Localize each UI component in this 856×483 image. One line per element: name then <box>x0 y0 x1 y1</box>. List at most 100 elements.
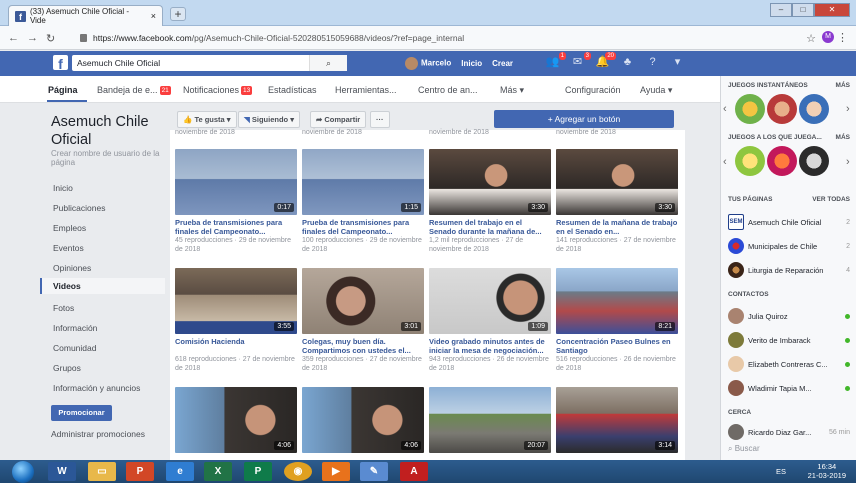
create-link[interactable]: Crear <box>492 59 513 68</box>
video-thumbnail[interactable]: 0:17 <box>175 149 297 215</box>
video-title[interactable]: Concentración Paseo Bulnes en Santiago <box>556 337 678 355</box>
system-clock[interactable]: 16:34 21-03-2019 <box>808 462 846 480</box>
promote-button[interactable]: Promocionar <box>51 405 112 421</box>
sidebar-item-grupos[interactable]: Grupos <box>40 360 165 376</box>
video-thumbnail[interactable]: 3:30 <box>429 149 551 215</box>
browser-tab[interactable]: f (33) Asemuch Chile Oficial - Vide × <box>8 5 163 26</box>
video-thumbnail[interactable]: 1:09 <box>429 268 551 334</box>
chevron-right-icon[interactable]: › <box>846 156 850 168</box>
video-card[interactable]: 1:15 Prueba de transmisiones para finale… <box>302 149 424 254</box>
paint-icon[interactable]: ✎ <box>360 462 388 481</box>
facebook-logo-icon[interactable]: f <box>53 55 68 72</box>
video-thumbnail[interactable]: 4:06 <box>175 387 297 453</box>
word-icon[interactable]: W <box>48 462 76 481</box>
share-button[interactable]: ➦ Compartir <box>310 111 367 128</box>
browser-menu-icon[interactable]: ⋮ <box>837 31 848 44</box>
create-username-link[interactable]: Crear nombre de usuario de la página <box>51 149 161 167</box>
reload-icon[interactable]: ↻ <box>46 32 55 45</box>
sidebar-item-informacion[interactable]: Información <box>40 320 165 336</box>
video-card[interactable]: 3:30 Resumen del trabajo en el Senado du… <box>429 149 551 254</box>
your-page-item[interactable]: SEM Asemuch Chile Oficial 2 <box>728 214 850 230</box>
page-title[interactable]: Asemuch Chile Oficial <box>51 113 161 149</box>
tab-tools[interactable]: Herramientas... <box>335 85 397 95</box>
tab-settings[interactable]: Configuración <box>565 85 621 95</box>
video-title[interactable]: Comisión Hacienda <box>175 337 297 355</box>
nearby-contact-item[interactable]: Ricardo Diaz Gar... 56 min <box>728 424 850 440</box>
video-card[interactable]: 3:55 Comisión Hacienda 618 reproduccione… <box>175 268 297 373</box>
manage-promotions-link[interactable]: Administrar promociones <box>51 429 145 439</box>
video-thumbnail[interactable]: 20:07 <box>429 387 551 453</box>
contact-item[interactable]: Julia Quiroz <box>728 308 850 324</box>
more-options-button[interactable]: ··· <box>370 111 390 128</box>
video-thumbnail[interactable]: 3:30 <box>556 149 678 215</box>
excel-icon[interactable]: X <box>204 462 232 481</box>
sidebar-item-opiniones[interactable]: Opiniones <box>40 260 165 276</box>
game-icon[interactable] <box>735 94 765 124</box>
game-icon[interactable] <box>767 146 797 176</box>
video-card[interactable]: 3:01 Colegas, muy buen día. Compartimos … <box>302 268 424 373</box>
sidebar-item-empleos[interactable]: Empleos <box>40 220 165 236</box>
tab-notifications[interactable]: Notificaciones 13 <box>183 85 253 96</box>
start-button[interactable] <box>12 461 34 483</box>
sidebar-item-eventos[interactable]: Eventos <box>40 240 165 256</box>
game-icon[interactable] <box>799 94 829 124</box>
video-card[interactable]: 3:14 <box>556 387 678 453</box>
profile-avatar[interactable]: M <box>822 31 834 43</box>
friends-activity-icon[interactable]: ♣ <box>620 55 635 70</box>
chrome-icon[interactable]: ◉ <box>284 462 312 481</box>
video-card[interactable]: 4:06 <box>175 387 297 453</box>
back-arrow-icon[interactable]: ← <box>8 32 19 44</box>
account-menu-icon[interactable]: ▾ <box>670 55 685 70</box>
sidebar-item-comunidad[interactable]: Comunidad <box>40 340 165 356</box>
like-button[interactable]: 👍 Te gusta ▾ <box>177 111 237 128</box>
sidebar-item-publicaciones[interactable]: Publicaciones <box>40 200 165 216</box>
video-thumbnail[interactable]: 3:55 <box>175 268 297 334</box>
chevron-left-icon[interactable]: ‹ <box>723 103 727 115</box>
bookmark-star-icon[interactable]: ☆ <box>806 32 816 45</box>
chat-search-input[interactable]: ⌕ Buscar <box>728 444 760 454</box>
video-title[interactable]: Video grabado minutos antes de iniciar l… <box>429 337 551 355</box>
url-field[interactable]: https://www.facebook.com/pg/Asemuch-Chil… <box>80 30 780 46</box>
your-page-item[interactable]: Liturgia de Reparación 4 <box>728 262 850 278</box>
search-icon[interactable]: ⌕ <box>309 55 347 71</box>
video-title[interactable]: Resumen del trabajo en el Senado durante… <box>429 218 551 236</box>
video-thumbnail[interactable]: 8:21 <box>556 268 678 334</box>
forward-arrow-icon[interactable]: → <box>27 32 38 44</box>
game-icon[interactable] <box>767 94 797 124</box>
video-title[interactable]: Resumen de la mañana de trabajo en el Se… <box>556 218 678 236</box>
internet-explorer-icon[interactable]: e <box>166 462 194 481</box>
video-thumbnail[interactable]: 3:14 <box>556 387 678 453</box>
media-player-icon[interactable]: ▶ <box>322 462 350 481</box>
video-title[interactable]: Prueba de transmisiones para finales del… <box>302 218 424 236</box>
tab-statistics[interactable]: Estadísticas <box>268 85 317 95</box>
video-thumbnail[interactable]: 4:06 <box>302 387 424 453</box>
instant-games-more-link[interactable]: MÁS <box>836 82 850 89</box>
following-button[interactable]: ◥ Siguiendo ▾ <box>238 111 300 128</box>
video-thumbnail[interactable]: 3:01 <box>302 268 424 334</box>
contact-item[interactable]: Elizabeth Contreras C... <box>728 356 850 372</box>
game-icon[interactable] <box>799 146 829 176</box>
game-icon[interactable] <box>735 146 765 176</box>
contact-item[interactable]: Wladimir Tapia M... <box>728 380 850 396</box>
tab-inbox[interactable]: Bandeja de e... 21 <box>97 85 171 96</box>
contact-item[interactable]: Verito de Imbarack <box>728 332 850 348</box>
played-games-more-link[interactable]: MÁS <box>836 134 850 141</box>
chevron-right-icon[interactable]: › <box>846 103 850 115</box>
your-page-item[interactable]: Municipales de Chile 2 <box>728 238 850 254</box>
acrobat-icon[interactable]: A <box>400 462 428 481</box>
video-thumbnail[interactable]: 1:15 <box>302 149 424 215</box>
video-card[interactable]: 1:09 Video grabado minutos antes de inic… <box>429 268 551 373</box>
friend-requests-icon[interactable]: 👥 1 <box>545 52 566 70</box>
chevron-left-icon[interactable]: ‹ <box>723 156 727 168</box>
video-card[interactable]: 8:21 Concentración Paseo Bulnes en Santi… <box>556 268 678 373</box>
language-indicator[interactable]: ES <box>776 467 786 476</box>
tab-more[interactable]: Más ▾ <box>500 85 524 96</box>
tab-pagina[interactable]: Página <box>48 85 78 95</box>
video-card[interactable]: 3:30 Resumen de la mañana de trabajo en … <box>556 149 678 254</box>
help-icon[interactable]: ? <box>645 55 660 70</box>
tab-centro[interactable]: Centro de an... <box>418 85 478 95</box>
video-title[interactable]: Prueba de transmisiones para finales del… <box>175 218 297 236</box>
file-explorer-icon[interactable]: ▭ <box>88 462 116 481</box>
tab-close-icon[interactable]: × <box>151 11 156 21</box>
powerpoint-icon[interactable]: P <box>126 462 154 481</box>
